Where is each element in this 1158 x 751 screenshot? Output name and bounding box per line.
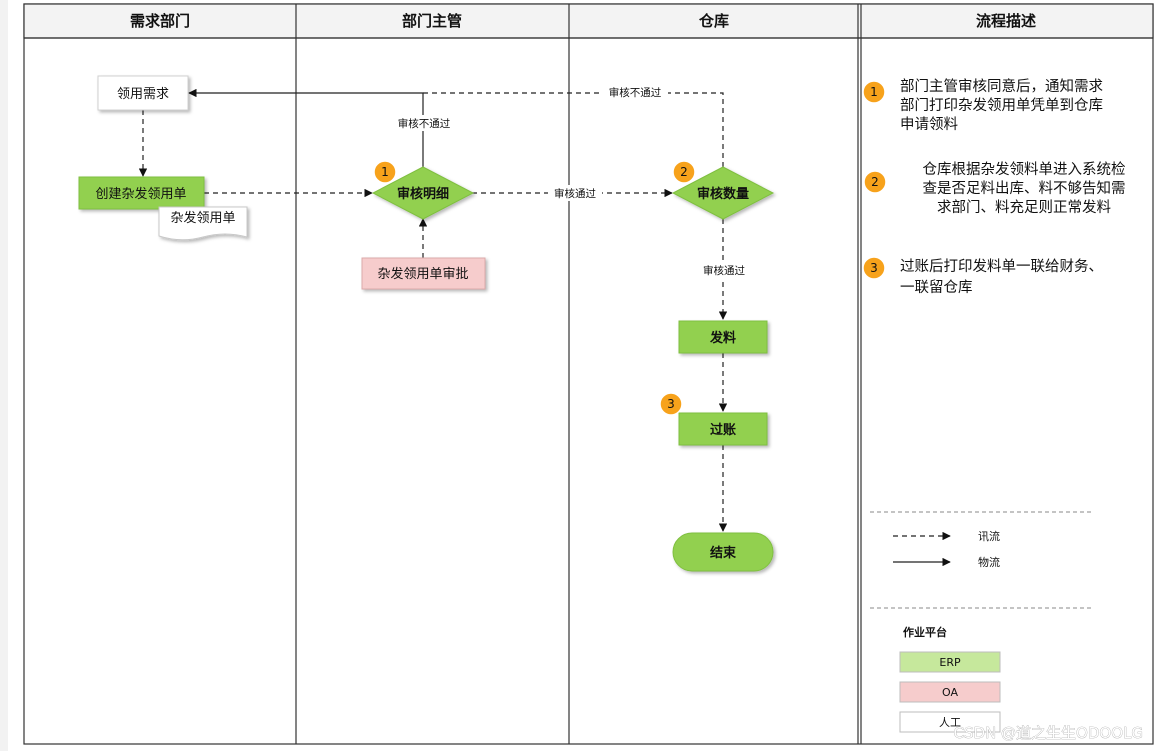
legend-info-flow: 讯流 [893, 529, 1000, 543]
swimlane-flowchart: 需求部门 部门主管 仓库 流程描述 审核不通过 审核不通过 审核通过 审核通过 … [0, 0, 1158, 751]
step-1-line-2: 部门打印杂发领用单凭单到仓库 [900, 97, 1103, 114]
lane-title-description: 流程描述 [976, 12, 1036, 30]
svg-text:1: 1 [870, 85, 878, 99]
flow-edges [138, 88, 728, 532]
legend-info-flow-label: 讯流 [978, 529, 1000, 543]
node-create[interactable]: 创建杂发领用单 [78, 176, 205, 210]
step-2-line-3: 求部门、料充足则正常发料 [937, 199, 1111, 216]
badge-2: 2 [672, 160, 696, 184]
node-issue[interactable]: 发料 [678, 320, 768, 354]
svg-text:2: 2 [871, 175, 879, 189]
label-pass-warehouse: 审核通过 [703, 264, 745, 277]
node-issue-label: 发料 [709, 330, 736, 346]
lane-title-warehouse: 仓库 [698, 12, 729, 30]
svg-text:OA: OA [942, 686, 958, 699]
node-end-label: 结束 [710, 545, 737, 561]
svg-text:3: 3 [667, 397, 675, 411]
edge-review-qty-reject [423, 92, 724, 167]
lane-title-demand: 需求部门 [130, 12, 190, 30]
step-3-line-1: 过账后打印发料单一联给财务、 [900, 258, 1103, 275]
step-2-line-2: 查是否足料出库、料不够告知需 [923, 180, 1126, 197]
svg-text:2: 2 [680, 165, 688, 179]
label-pass-manager: 审核通过 [554, 187, 596, 200]
watermark: CSDN @道之生生ODOOLG [954, 724, 1144, 742]
badge-1: 1 [373, 160, 397, 184]
svg-text:1: 1 [381, 165, 389, 179]
step-1-line-1: 部门主管审核同意后，通知需求 [900, 77, 1103, 95]
description-step-1: 1 部门主管审核同意后，通知需求 部门打印杂发领用单凭单到仓库 申请领料 [862, 77, 1103, 133]
node-create-label: 创建杂发领用单 [95, 186, 186, 202]
legend: 讯流 物流 作业平台 ERP OA 人工 [870, 511, 1093, 733]
flowchart-canvas: 需求部门 部门主管 仓库 流程描述 审核不通过 审核不通过 审核通过 审核通过 … [0, 0, 1154, 751]
flow-nodes: 领用需求 创建杂发领用单 杂发领用单 审核明细 杂发领用单审批 审核数量 发料 [78, 75, 775, 572]
legend-platform-title: 作业平台 [903, 625, 947, 639]
step-1-line-3: 申请领料 [900, 116, 958, 133]
label-reject-warehouse: 审核不通过 [609, 86, 662, 99]
legend-material-flow: 物流 [893, 555, 1000, 569]
description-panel: 1 部门主管审核同意后，通知需求 部门打印杂发领用单凭单到仓库 申请领料 2 仓… [862, 77, 1126, 296]
label-reject-manager: 审核不通过 [398, 117, 451, 130]
node-approval-label: 杂发领用单审批 [377, 266, 468, 282]
node-review-detail-label: 审核明细 [397, 186, 449, 202]
edge-review-detail-reject [188, 88, 424, 167]
step-2-line-1: 仓库根据杂发领料单进入系统检 [923, 161, 1126, 178]
svg-text:ERP: ERP [939, 656, 961, 669]
badge-3: 3 [659, 392, 683, 416]
node-doc[interactable]: 杂发领用单 [158, 206, 248, 241]
svg-text:3: 3 [870, 261, 878, 275]
legend-platform-erp: ERP [899, 651, 1001, 673]
node-review-qty-label: 审核数量 [697, 186, 749, 202]
description-step-2: 2 仓库根据杂发领料单进入系统检 查是否足料出库、料不够告知需 求部门、料充足则… [863, 161, 1126, 216]
node-need-label: 领用需求 [117, 87, 169, 102]
step-3-line-2: 一联留仓库 [900, 279, 973, 296]
lane-title-manager: 部门主管 [402, 12, 462, 30]
description-step-3: 3 过账后打印发料单一联给财务、 一联留仓库 [862, 256, 1103, 296]
node-post[interactable]: 过账 [678, 412, 768, 446]
node-post-label: 过账 [710, 422, 736, 438]
node-doc-label: 杂发领用单 [170, 210, 235, 226]
node-end[interactable]: 结束 [672, 532, 774, 572]
legend-material-flow-label: 物流 [978, 555, 1000, 569]
node-approval[interactable]: 杂发领用单审批 [361, 257, 486, 290]
node-need[interactable]: 领用需求 [97, 75, 189, 111]
legend-platform-oa: OA [899, 681, 1001, 703]
